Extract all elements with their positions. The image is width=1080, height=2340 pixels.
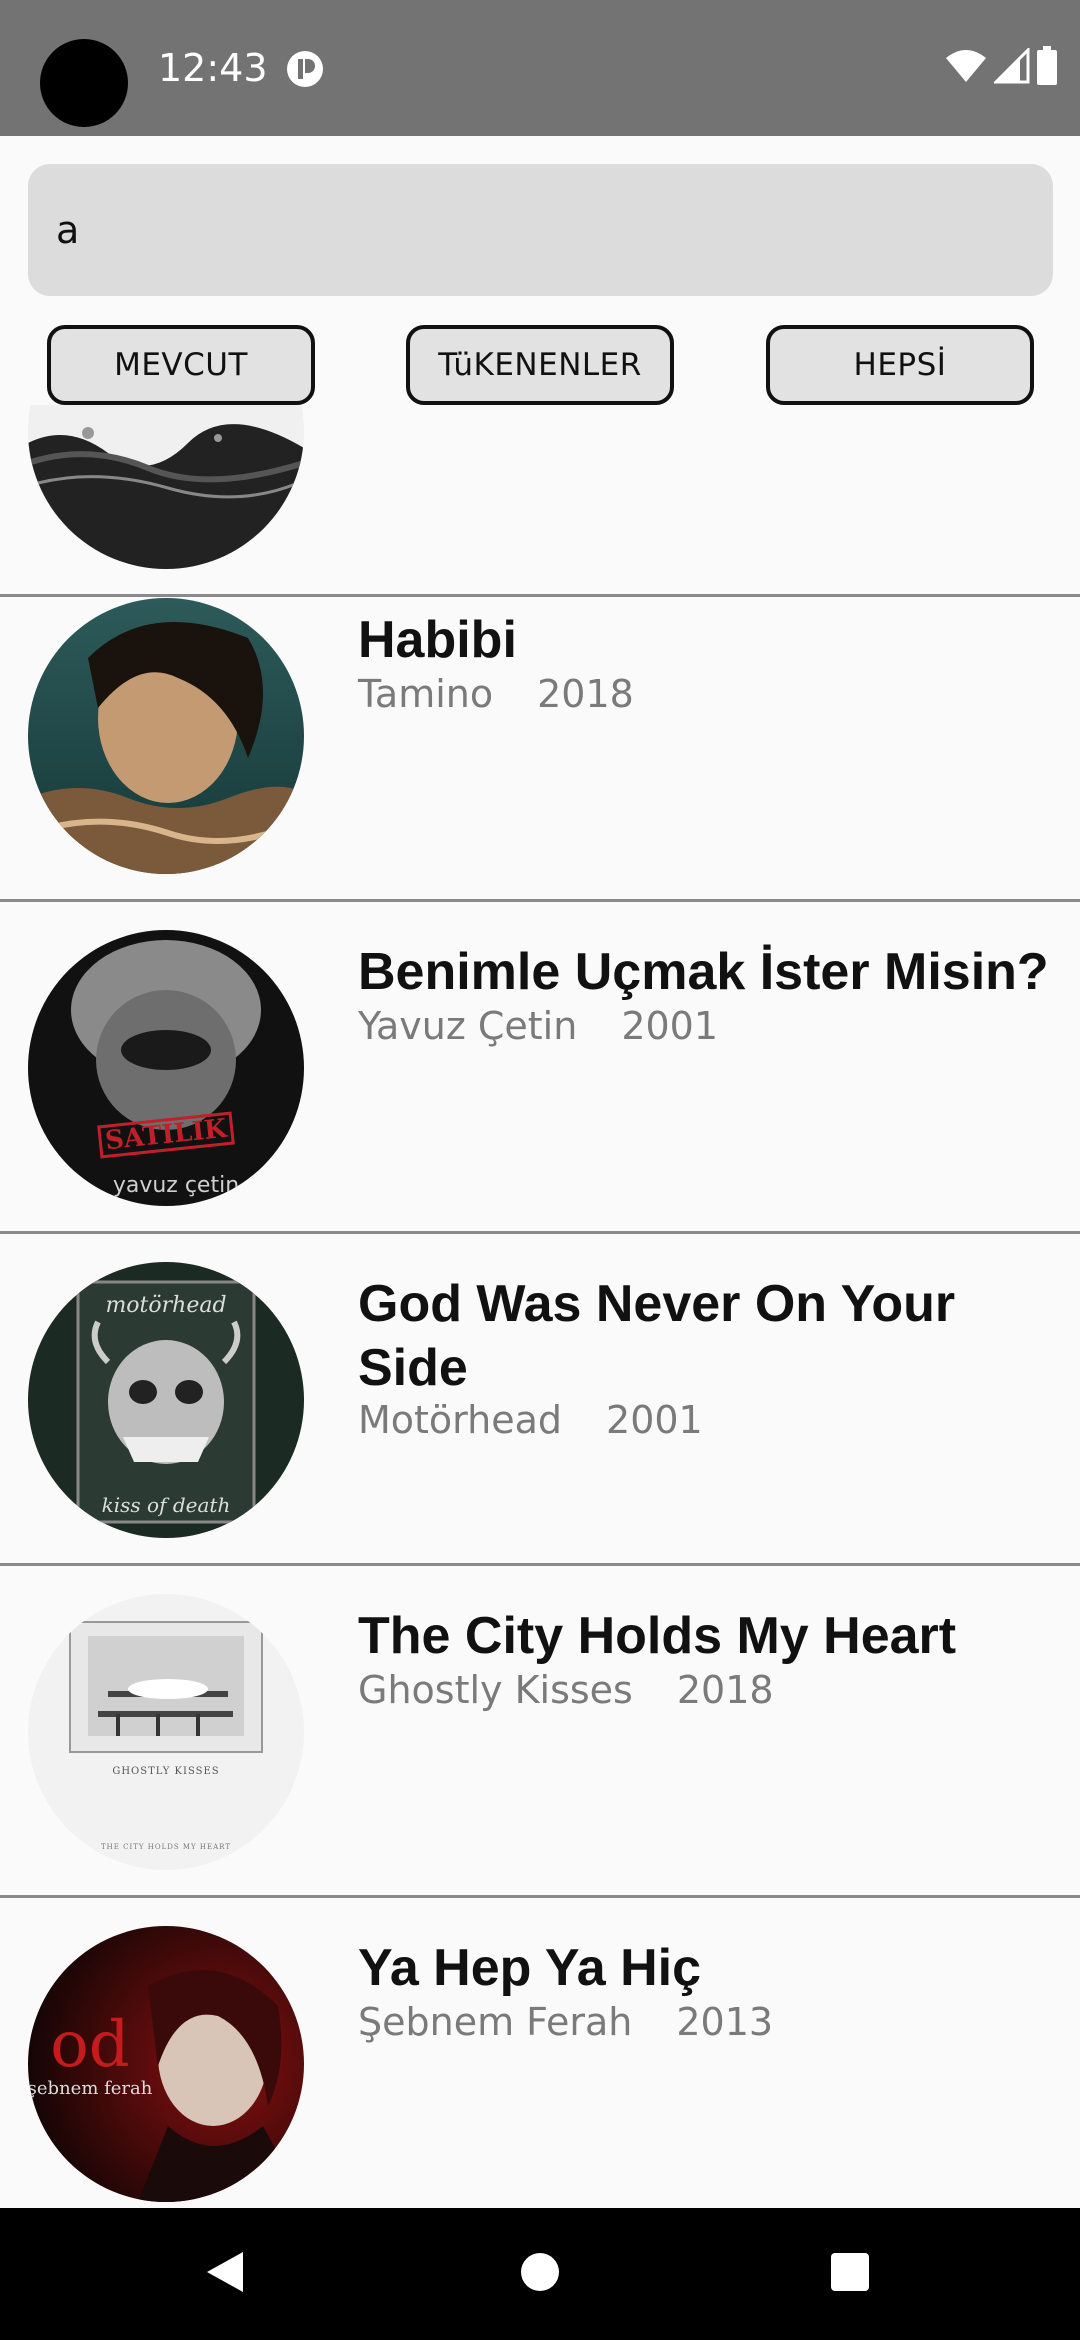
album-meta: Tamino 2018	[358, 670, 634, 718]
cover-text: kiss of death	[102, 1493, 231, 1517]
search-input-value[interactable]: a	[56, 208, 79, 252]
battery-icon	[1036, 45, 1058, 91]
cover-text: THE CITY HOLDS MY HEART	[101, 1843, 231, 1851]
cover-text: şebnem ferah	[28, 2078, 153, 2099]
cover-text: motörhead	[105, 1293, 226, 1318]
album-meta: Şebnem Ferah 2013	[358, 1998, 773, 2046]
list-item[interactable]	[0, 405, 1080, 597]
camera-cutout	[40, 39, 128, 127]
album-cover	[28, 598, 304, 874]
list-item[interactable]: motörhead kiss of death God Was Never On…	[0, 1234, 1080, 1566]
recents-button[interactable]	[785, 2208, 915, 2340]
album-artist: Tamino	[358, 672, 494, 716]
signal-icon	[992, 45, 1030, 89]
status-time: 12:43	[158, 46, 268, 90]
album-year: 2001	[621, 1004, 719, 1048]
filter-all-button[interactable]: HEPSİ	[766, 325, 1034, 405]
wifi-icon	[944, 48, 988, 89]
list-item[interactable]: Habibi Tamino 2018	[0, 570, 1080, 902]
album-artist: Şebnem Ferah	[358, 2000, 633, 2044]
search-input[interactable]: a	[28, 164, 1053, 296]
back-button[interactable]	[160, 2208, 290, 2340]
album-year: 2013	[676, 2000, 774, 2044]
home-icon	[520, 2252, 560, 2297]
album-artist: Ghostly Kisses	[358, 1668, 633, 1712]
album-title: Ya Hep Ya Hiç	[358, 1939, 702, 1997]
album-cover	[28, 405, 304, 569]
album-list[interactable]: Habibi Tamino 2018 SATILIK yavuz çetin B…	[0, 405, 1080, 2208]
cover-text: GHOSTLY KISSES	[112, 1766, 219, 1777]
recents-icon	[830, 2252, 870, 2297]
album-cover: GHOSTLY KISSES THE CITY HOLDS MY HEART	[28, 1594, 304, 1870]
cover-text: yavuz çetin	[113, 1173, 239, 1198]
album-meta: Yavuz Çetin 2001	[358, 1002, 718, 1050]
filter-available-button[interactable]: MEVCUT	[47, 325, 315, 405]
album-year: 2018	[537, 672, 634, 716]
list-item[interactable]: od şebnem ferah Ya Hep Ya Hiç Şebnem Fer…	[0, 1898, 1080, 2208]
album-year: 2018	[676, 1668, 774, 1712]
album-title: Habibi	[358, 611, 517, 669]
cover-text: od	[50, 2008, 130, 2082]
status-icons	[944, 45, 1058, 91]
album-cover: od şebnem ferah	[28, 1926, 304, 2202]
album-year: 2001	[606, 1398, 703, 1442]
album-cover: SATILIK yavuz çetin	[28, 930, 304, 1206]
navigation-bar	[0, 2208, 1080, 2340]
list-item[interactable]: GHOSTLY KISSES THE CITY HOLDS MY HEART T…	[0, 1566, 1080, 1898]
album-title: God Was Never On Your Side	[358, 1275, 956, 1397]
home-button[interactable]	[475, 2208, 605, 2340]
album-title: The City Holds My Heart	[358, 1607, 957, 1665]
album-cover: motörhead kiss of death	[28, 1262, 304, 1538]
album-meta: Ghostly Kisses 2018	[358, 1666, 774, 1714]
album-meta: Motörhead 2001	[358, 1396, 703, 1444]
status-bar: 12:43	[0, 0, 1080, 136]
list-item[interactable]: SATILIK yavuz çetin Benimle Uçmak İster …	[0, 902, 1080, 1234]
album-artist: Motörhead	[358, 1398, 563, 1442]
filter-sold-out-button[interactable]: TüKENENLER	[406, 325, 674, 405]
back-icon	[205, 2250, 245, 2299]
album-title: Benimle Uçmak İster Misin?	[358, 943, 1049, 1001]
notification-app-icon	[286, 50, 324, 88]
album-artist: Yavuz Çetin	[358, 1004, 578, 1048]
